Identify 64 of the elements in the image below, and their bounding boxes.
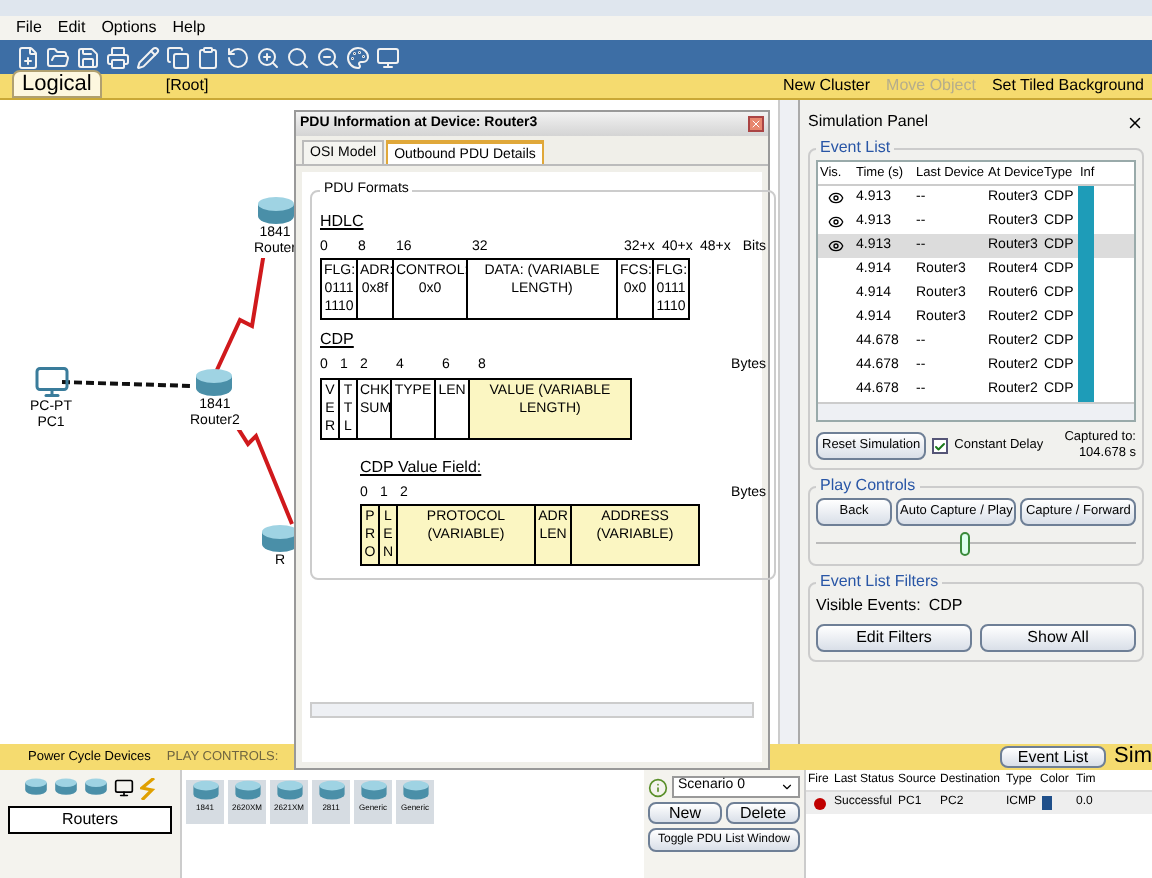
monitor-icon[interactable] bbox=[376, 45, 400, 69]
folder-icon[interactable] bbox=[46, 45, 70, 69]
workspace-button[interactable]: Set Tiled Background bbox=[991, 74, 1144, 98]
format-title: CDP bbox=[320, 328, 354, 352]
copy-icon[interactable] bbox=[166, 45, 190, 69]
filter-button[interactable]: Edit Filters bbox=[816, 624, 972, 652]
clipboard-icon[interactable] bbox=[196, 45, 220, 69]
new-file-icon[interactable] bbox=[16, 45, 40, 69]
fire-icon[interactable] bbox=[813, 797, 825, 809]
path-label: [Root] bbox=[165, 74, 209, 98]
category-label: Routers bbox=[8, 806, 172, 834]
group-title: Event List Filters bbox=[818, 570, 941, 594]
slider-thumb[interactable] bbox=[960, 532, 971, 556]
router-icon bbox=[233, 780, 261, 801]
close-button[interactable] bbox=[748, 116, 764, 132]
print-icon[interactable] bbox=[106, 45, 130, 69]
format-title: HDLC bbox=[320, 209, 364, 233]
group-title: Play Controls bbox=[818, 474, 918, 498]
menu-item[interactable]: Edit bbox=[57, 20, 86, 36]
zoom-out-icon[interactable] bbox=[316, 45, 340, 69]
pencil-icon[interactable] bbox=[136, 45, 160, 69]
info-icon bbox=[648, 777, 668, 797]
router-icon bbox=[275, 780, 303, 801]
zoom-in-icon[interactable] bbox=[256, 45, 280, 69]
filter-value: CDP bbox=[928, 594, 963, 618]
eye-icon[interactable] bbox=[828, 214, 844, 230]
speed-slider[interactable] bbox=[816, 532, 1136, 556]
eye-icon[interactable] bbox=[828, 238, 844, 254]
logical-tab[interactable]: Logical bbox=[12, 70, 102, 98]
scenario-button[interactable]: Delete bbox=[726, 802, 800, 824]
palette-icon[interactable] bbox=[346, 45, 370, 69]
filter-button[interactable]: Show All bbox=[980, 624, 1136, 652]
menu-item[interactable]: File bbox=[16, 20, 42, 36]
dropdown-caret-icon bbox=[780, 780, 794, 794]
group-title: Event List bbox=[818, 136, 893, 160]
router-icon bbox=[359, 780, 387, 801]
scenario-button[interactable]: New bbox=[648, 802, 722, 824]
format-title: CDP Value Field: bbox=[360, 455, 482, 479]
horizontal-scrollbar[interactable] bbox=[310, 702, 754, 718]
panel-title: Simulation Panel bbox=[808, 110, 929, 134]
mode-label: Sim bbox=[1114, 746, 1152, 768]
undo-icon[interactable] bbox=[226, 45, 250, 69]
zoom-icon[interactable] bbox=[286, 45, 310, 69]
pc-icon[interactable] bbox=[33, 364, 69, 400]
menu-item[interactable]: Help bbox=[172, 20, 206, 36]
router-icon bbox=[255, 196, 295, 226]
close-icon[interactable] bbox=[1126, 113, 1144, 131]
menu-item[interactable]: Options bbox=[101, 20, 157, 36]
router-icon bbox=[194, 368, 235, 398]
router-icon bbox=[191, 780, 219, 801]
horizontal-scrollbar[interactable] bbox=[818, 402, 1134, 420]
workspace-button[interactable]: New Cluster bbox=[782, 74, 871, 98]
vertical-scrollbar[interactable] bbox=[778, 100, 798, 744]
event-list-button[interactable]: Event List bbox=[999, 746, 1107, 768]
monitor-category-icon[interactable] bbox=[114, 778, 134, 798]
checkbox[interactable] bbox=[932, 438, 949, 454]
filter-label: Visible Events: bbox=[816, 594, 921, 618]
save-icon[interactable] bbox=[76, 45, 100, 69]
router-category-icon bbox=[24, 778, 48, 796]
info-swatch[interactable] bbox=[1078, 378, 1094, 402]
router-icon bbox=[317, 780, 345, 801]
info-swatch[interactable] bbox=[1078, 186, 1094, 210]
eye-icon[interactable] bbox=[828, 190, 844, 206]
router-icon bbox=[401, 780, 429, 801]
